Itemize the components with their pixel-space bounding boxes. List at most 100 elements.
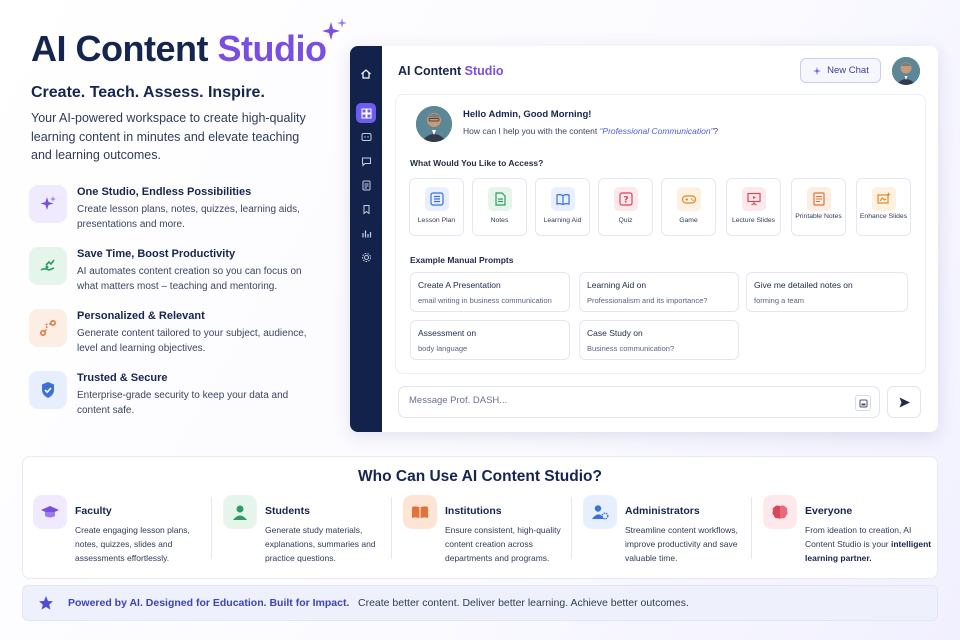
- audience-faculty: Faculty Create engaging lesson plans, no…: [25, 495, 207, 571]
- divider: [751, 497, 752, 559]
- footer-tagline: Create better content. Deliver better le…: [358, 597, 689, 609]
- greeting-topic: “Professional Communication”: [599, 126, 714, 136]
- hero-title-accent: Studio: [217, 28, 327, 69]
- feature-title: Save Time, Boost Productivity: [77, 248, 236, 260]
- document-icon[interactable]: [356, 175, 376, 195]
- tagline: Create. Teach. Assess. Inspire.: [31, 84, 265, 101]
- example-prompt-case-study[interactable]: Case Study on Business communication?: [579, 320, 739, 360]
- feature-save-time: Save Time, Boost Productivity AI automat…: [29, 247, 324, 295]
- message-box: [398, 386, 880, 418]
- tool-learning-aid[interactable]: Learning Aid: [535, 178, 590, 236]
- app-title: AI Content Studio: [398, 64, 504, 78]
- divider: [211, 497, 212, 559]
- tool-lecture-slides[interactable]: Lecture Slides: [726, 178, 781, 236]
- prompt-title: Assessment on: [418, 328, 477, 338]
- example-prompt-assessment[interactable]: Assessment on body language: [410, 320, 570, 360]
- greeting-subtitle: How can I help you with the content “Pro…: [463, 126, 718, 136]
- prompt-title: Give me detailed notes on: [754, 280, 853, 290]
- attach-icon[interactable]: [855, 395, 871, 411]
- tool-label: Game: [679, 217, 698, 224]
- bookmark-icon[interactable]: [356, 199, 376, 219]
- question-icon: ?: [614, 187, 638, 211]
- example-prompt-learning-aid[interactable]: Learning Aid on Professionalism and its …: [579, 272, 739, 312]
- hero-title: AI Content Studio: [31, 28, 331, 70]
- presentation-icon: [742, 187, 766, 211]
- shield-check-icon: [29, 371, 67, 409]
- greeting-suffix: ?: [713, 126, 719, 136]
- app-title-main: AI Content: [398, 64, 462, 78]
- document-icon: [807, 187, 831, 211]
- assistant-avatar: [416, 106, 452, 142]
- access-heading: What Would You Like to Access?: [410, 158, 544, 168]
- example-prompt-presentation[interactable]: Create A Presentation email writing in b…: [410, 272, 570, 312]
- audience-name: Institutions: [445, 505, 502, 517]
- audience-students: Students Generate study materials, expla…: [215, 495, 397, 571]
- app-title-accent: Studio: [464, 64, 504, 78]
- audience-desc: Streamline content workflows, improve pr…: [625, 525, 738, 563]
- tool-quiz[interactable]: ? Quiz: [598, 178, 653, 236]
- settings-icon[interactable]: [356, 247, 376, 267]
- audience-desc: From ideation to creation, AI Content St…: [805, 523, 935, 565]
- audience-name: Students: [265, 505, 310, 517]
- list-icon: [425, 187, 449, 211]
- user-avatar[interactable]: [892, 57, 920, 85]
- audience-section: Who Can Use AI Content Studio? Faculty C…: [22, 456, 938, 579]
- example-prompt-notes[interactable]: Give me detailed notes on forming a team: [746, 272, 908, 312]
- sparkle-icon: [29, 185, 67, 223]
- feature-desc: Enterprise-grade security to keep your d…: [77, 390, 289, 416]
- footer-slogan: Powered by AI. Designed for Education. B…: [68, 597, 350, 609]
- book-icon: [551, 187, 575, 211]
- audience-name: Administrators: [625, 505, 700, 517]
- chat-icon[interactable]: [356, 127, 376, 147]
- tool-lesson-plan[interactable]: Lesson Plan: [409, 178, 464, 236]
- message-icon[interactable]: [356, 151, 376, 171]
- brain-icon: [763, 495, 797, 529]
- admin-icon: [583, 495, 617, 529]
- prompt-subtitle: Business communication?: [587, 344, 675, 353]
- sidebar: [350, 46, 382, 432]
- sparkle-icon: [813, 66, 822, 75]
- prompt-subtitle: email writing in business communication: [418, 296, 552, 305]
- tool-enhance-slides[interactable]: Enhance Slides: [856, 178, 911, 236]
- message-input[interactable]: [409, 395, 829, 406]
- tool-notes[interactable]: Notes: [472, 178, 527, 236]
- prompt-title: Learning Aid on: [587, 280, 647, 290]
- prompt-subtitle: body language: [418, 344, 468, 353]
- hero: AI Content Studio: [31, 18, 347, 70]
- greeting-text: Hello Admin, Good Morning!: [463, 109, 592, 120]
- send-button[interactable]: [887, 386, 921, 418]
- tool-label: Printable Notes: [795, 213, 842, 220]
- target-path-icon: [29, 309, 67, 347]
- send-icon: [899, 397, 910, 407]
- gamepad-icon: [677, 187, 701, 211]
- new-chat-button[interactable]: New Chat: [800, 58, 881, 83]
- hero-title-main: AI Content: [31, 28, 208, 69]
- audience-institutions: Institutions Ensure consistent, high-qua…: [395, 495, 577, 571]
- tool-label: Learning Aid: [543, 217, 582, 224]
- tool-label: Lesson Plan: [417, 217, 456, 224]
- home-icon[interactable]: [356, 64, 376, 84]
- sparkle-icon: [322, 18, 347, 40]
- prompt-subtitle: Professionalism and its importance?: [587, 296, 708, 305]
- tool-printable-notes[interactable]: Printable Notes: [791, 178, 846, 236]
- chat-panel: Hello Admin, Good Morning! How can I hel…: [395, 94, 926, 374]
- dashboard-icon[interactable]: [356, 103, 376, 123]
- divider: [391, 497, 392, 559]
- greeting-prefix: How can I help you with the content: [463, 126, 600, 136]
- chart-icon[interactable]: [356, 223, 376, 243]
- tool-label: Enhance Slides: [859, 213, 908, 220]
- note-icon: [488, 187, 512, 211]
- graduation-cap-icon: [33, 495, 67, 529]
- svg-text:?: ?: [623, 196, 628, 206]
- footer-banner: Powered by AI. Designed for Education. B…: [22, 585, 938, 621]
- tool-label: Lecture Slides: [731, 217, 776, 224]
- audience-desc: Generate study materials, explanations, …: [265, 525, 376, 563]
- student-icon: [223, 495, 257, 529]
- feature-title: One Studio, Endless Possibilities: [77, 186, 252, 198]
- hand-growth-icon: [29, 247, 67, 285]
- audience-name: Faculty: [75, 505, 112, 517]
- tool-label: Quiz: [618, 217, 633, 224]
- audience-administrators: Administrators Streamline content workfl…: [575, 495, 757, 571]
- tool-game[interactable]: Game: [661, 178, 716, 236]
- prompts-heading: Example Manual Prompts: [410, 255, 514, 265]
